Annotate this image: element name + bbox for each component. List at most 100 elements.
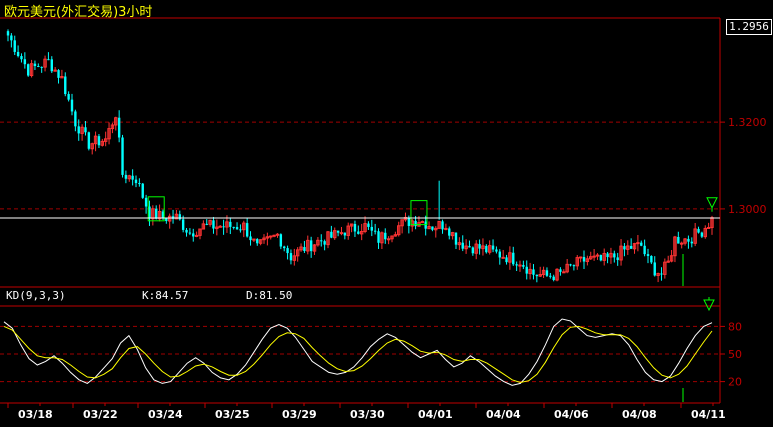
candle-body-down xyxy=(535,274,539,277)
candle-body-down xyxy=(454,232,458,245)
kd-tick-label: 80 xyxy=(728,320,742,333)
candle-body-up xyxy=(679,242,684,245)
candle-body-down xyxy=(77,126,80,134)
candle-body-down xyxy=(653,262,656,276)
candle-body-down xyxy=(582,257,586,262)
candle-body-up xyxy=(706,226,711,229)
candle-body-down xyxy=(370,226,373,231)
candle-body-down xyxy=(6,31,10,36)
candle-body-down xyxy=(229,221,232,227)
price-tick-label: 1.3000 xyxy=(728,203,767,216)
candle-body-down xyxy=(188,232,192,234)
candle-body-down xyxy=(353,223,357,232)
candle-body-down xyxy=(289,253,293,261)
candle-body-down xyxy=(205,223,208,225)
candle-body-down xyxy=(606,253,609,258)
candle-body-down xyxy=(505,257,508,263)
candle-body-down xyxy=(700,232,704,237)
candle-body-up xyxy=(218,225,222,228)
candle-body-down xyxy=(569,264,572,266)
candle-body-down xyxy=(545,270,549,276)
candle-body-down xyxy=(235,227,239,230)
candle-body-down xyxy=(23,59,27,65)
candle-body-down xyxy=(303,247,306,251)
candle-body-down xyxy=(185,229,188,233)
candle-body-down xyxy=(515,264,518,266)
candle-body-down xyxy=(141,183,144,198)
candle-body-down xyxy=(640,242,643,246)
candle-body-down xyxy=(690,241,693,244)
candle-body-down xyxy=(330,231,333,238)
candle-body-down xyxy=(64,76,67,95)
signal-triangle xyxy=(706,197,718,209)
candle-body-down xyxy=(97,136,101,146)
x-tick-label: 03/30 xyxy=(350,408,385,421)
candle-body-up xyxy=(386,238,391,241)
candle-body-down xyxy=(134,179,138,184)
candle-body-down xyxy=(67,94,70,100)
candle-body-down xyxy=(491,245,495,250)
candle-body-down xyxy=(16,51,20,57)
candle-body-down xyxy=(522,265,525,267)
candle-body-down xyxy=(84,127,87,133)
k-line xyxy=(3,318,713,386)
candle-body-down xyxy=(117,117,121,138)
x-tick-label: 04/01 xyxy=(418,408,453,421)
x-tick-label: 03/29 xyxy=(282,408,317,421)
candle-body-down xyxy=(414,220,417,227)
k-value-label: K:84.57 xyxy=(142,289,189,302)
candle-body-down xyxy=(525,266,528,274)
candle-body-up xyxy=(272,234,276,237)
candle-body-down xyxy=(144,197,148,207)
kd-tick-label: 50 xyxy=(728,348,742,361)
x-tick-label: 04/06 xyxy=(554,408,589,421)
candle-body-down xyxy=(232,226,235,228)
candle-body-down xyxy=(599,255,603,261)
candle-body-down xyxy=(357,231,360,234)
candle-body-down xyxy=(27,64,30,76)
candle-body-down xyxy=(532,269,535,275)
candle-body-down xyxy=(20,56,23,60)
d-value-label: D:81.50 xyxy=(246,289,293,302)
candle-body-up xyxy=(592,255,596,258)
x-tick-label: 03/18 xyxy=(18,408,53,421)
candle-body-down xyxy=(178,214,181,220)
candle-body-up xyxy=(518,264,522,267)
candle-body-down xyxy=(192,233,195,237)
candle-body-down xyxy=(377,231,380,243)
candle-body-down xyxy=(572,265,576,267)
candle-body-up xyxy=(636,242,640,245)
candle-body-down xyxy=(697,228,700,233)
candle-body-down xyxy=(407,217,411,226)
candle-body-up xyxy=(578,256,583,259)
candle-body-down xyxy=(33,63,37,67)
indicator-name: KD(9,3,3) xyxy=(6,289,66,302)
candle-body-down xyxy=(471,247,475,254)
x-tick-label: 03/25 xyxy=(215,408,250,421)
candle-body-down xyxy=(40,66,43,68)
candle-body-down xyxy=(121,137,124,175)
candle-body-down xyxy=(384,232,387,240)
candle-body-down xyxy=(660,273,663,275)
candle-body-down xyxy=(512,252,515,265)
candle-body-down xyxy=(283,246,286,249)
candle-body-down xyxy=(138,183,141,185)
candle-body-down xyxy=(249,236,252,241)
candle-body-down xyxy=(212,220,215,229)
candle-body-down xyxy=(559,269,562,272)
candle-body-down xyxy=(431,226,434,230)
candle-body-down xyxy=(181,219,185,230)
candle-body-down xyxy=(646,254,650,256)
candle-body-down xyxy=(549,275,552,277)
candle-body-down xyxy=(687,238,690,242)
candle-body-down xyxy=(245,223,249,237)
candle-body-up xyxy=(501,256,505,259)
x-tick-label: 04/08 xyxy=(622,408,657,421)
candle-body-down xyxy=(650,255,653,263)
x-tick-label: 04/11 xyxy=(691,408,726,421)
candle-body-down xyxy=(495,249,498,252)
current-price-box: 1.2956 xyxy=(726,19,772,35)
candle-body-down xyxy=(623,246,626,250)
candle-body-down xyxy=(441,221,444,230)
candle-body-down xyxy=(57,70,60,78)
